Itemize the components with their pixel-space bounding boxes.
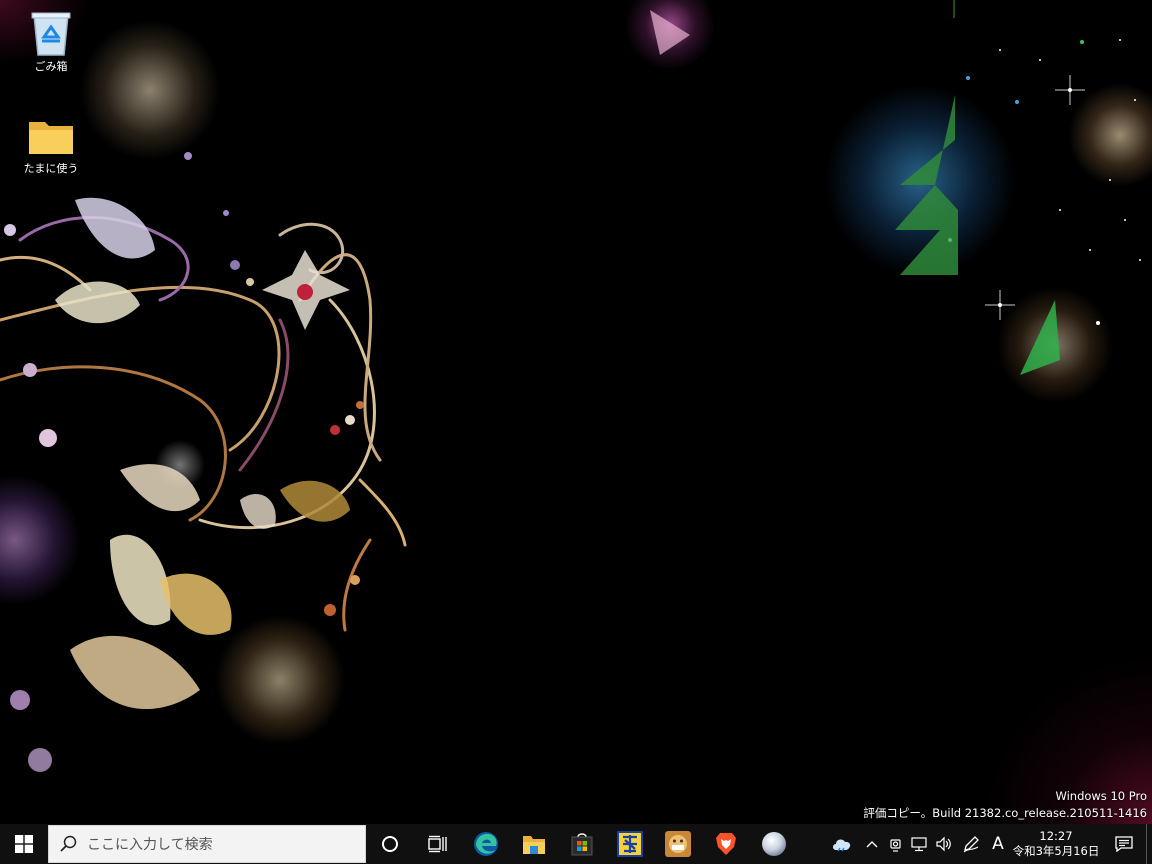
weather-cloud-icon <box>833 839 851 852</box>
ime-mode-indicator[interactable]: A <box>986 824 1010 864</box>
search-box[interactable]: ここに入力して検索 <box>48 825 366 863</box>
meet-now-button[interactable] <box>884 824 908 864</box>
wallpaper-image <box>0 0 1141 772</box>
clock[interactable]: 12:27 令和3年5月16日 <box>1010 824 1102 864</box>
notification-icon <box>1115 836 1133 852</box>
app-kanji-button[interactable] <box>606 824 654 864</box>
speaker-icon <box>936 836 951 852</box>
desktop-icon-label: ごみ箱 <box>34 60 68 73</box>
edge-icon <box>474 832 498 856</box>
task-view-icon <box>428 835 447 853</box>
character-app-icon <box>665 831 691 857</box>
volume-button[interactable] <box>932 824 956 864</box>
circle-icon <box>382 836 398 852</box>
pen-workspace-button[interactable] <box>956 824 986 864</box>
watermark-edition: Windows 10 Pro <box>1055 789 1147 803</box>
search-icon <box>49 835 87 853</box>
camera-icon <box>890 839 901 852</box>
desktop-icon-folder[interactable]: たまに使う <box>13 112 89 176</box>
recycle-bin-icon <box>27 10 75 58</box>
action-center-button[interactable] <box>1102 824 1146 864</box>
chevron-up-icon <box>866 841 878 848</box>
brave-lion-icon <box>716 833 736 855</box>
weather-button[interactable] <box>824 824 860 864</box>
network-icon <box>911 837 927 852</box>
windows-logo-icon <box>15 835 33 853</box>
desktop-icon-recycle-bin[interactable]: ごみ箱 <box>13 10 89 74</box>
cortana-button[interactable] <box>366 824 414 864</box>
taskbar: ここに入力して検索 A 12:27 令和3年5月16日 <box>0 824 1152 864</box>
folder-icon <box>27 112 75 160</box>
pen-icon <box>963 836 979 853</box>
clock-time: 12:27 <box>1039 829 1073 843</box>
desktop[interactable]: ごみ箱 たまに使う Windows 10 Pro 評価コピー。Build 213… <box>0 0 1152 824</box>
app-character-button[interactable] <box>654 824 702 864</box>
store-icon <box>571 833 593 856</box>
app-sphere-button[interactable] <box>750 824 798 864</box>
show-desktop-button[interactable] <box>1146 824 1152 864</box>
store-button[interactable] <box>558 824 606 864</box>
network-button[interactable] <box>908 824 932 864</box>
start-button[interactable] <box>0 824 48 864</box>
windows-watermark: Windows 10 Pro 評価コピー。Build 21382.co_rele… <box>863 788 1147 822</box>
brave-button[interactable] <box>702 824 750 864</box>
clock-date: 令和3年5月16日 <box>1012 844 1100 858</box>
desktop-icon-label: たまに使う <box>23 162 79 175</box>
sphere-icon <box>762 832 786 856</box>
task-view-button[interactable] <box>414 824 462 864</box>
watermark-build: 評価コピー。Build 21382.co_release.210511-1416 <box>863 806 1147 820</box>
edge-button[interactable] <box>462 824 510 864</box>
folder-icon <box>523 836 545 854</box>
system-tray: A 12:27 令和3年5月16日 <box>824 824 1152 864</box>
kanji-app-icon <box>617 831 643 857</box>
file-explorer-button[interactable] <box>510 824 558 864</box>
show-hidden-icons-button[interactable] <box>860 824 884 864</box>
search-placeholder: ここに入力して検索 <box>87 837 213 853</box>
